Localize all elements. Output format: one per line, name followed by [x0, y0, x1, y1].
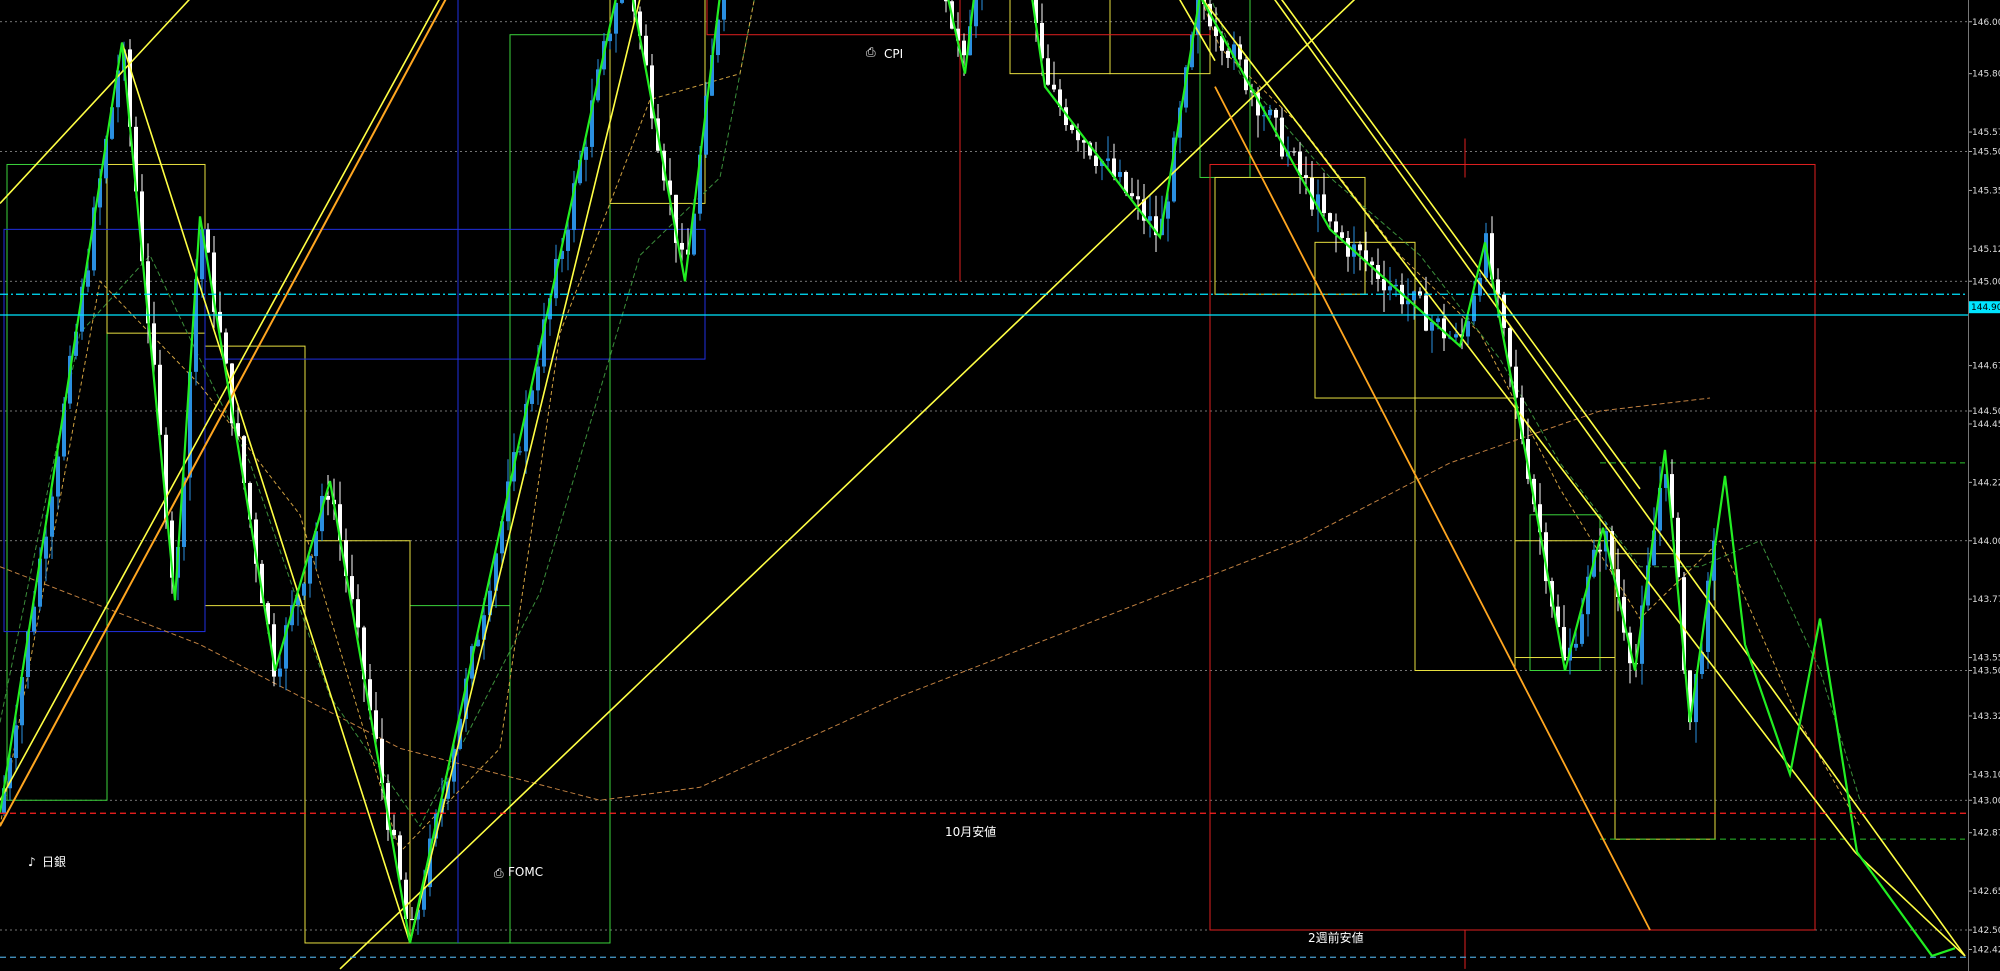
candle-body: [1136, 196, 1140, 200]
cpi-icon: ⎙: [866, 45, 876, 59]
candle-body: [410, 919, 414, 921]
fomc-icon: ⎙: [494, 866, 504, 880]
candle-body: [1502, 294, 1506, 328]
candle-body: [206, 229, 210, 253]
oct-low-label: 10月安値: [945, 824, 996, 839]
candle-body: [1466, 321, 1470, 337]
candle-body: [974, 0, 978, 27]
nichigin-label: 日銀: [42, 855, 66, 869]
candle-body: [1328, 213, 1332, 222]
candle-body: [14, 725, 18, 759]
candle-body: [1268, 109, 1272, 116]
candle-body: [1412, 291, 1416, 301]
candle-body: [1106, 158, 1110, 161]
candle-body: [962, 40, 966, 56]
candle-body: [308, 556, 312, 584]
candle-body: [392, 829, 396, 836]
candle-body: [1442, 318, 1446, 339]
candle-body: [1580, 614, 1584, 644]
nichigin-annotation: ♪ 日銀: [28, 855, 66, 869]
cpi-label: CPI: [884, 47, 903, 61]
two-weeks-low-label: 2週前安値: [1308, 930, 1364, 945]
fomc-label: FOMC: [508, 865, 543, 879]
candle-body: [1382, 278, 1386, 291]
candle-body: [1226, 50, 1230, 58]
candle-body: [536, 366, 540, 391]
candle-body: [1322, 194, 1326, 214]
candle-body: [1598, 549, 1602, 552]
price-axis-panel: [1968, 0, 2000, 971]
candle-body: [1334, 221, 1338, 233]
candle-body: [1148, 216, 1152, 221]
candle-body: [1454, 334, 1458, 338]
candle-body: [620, 0, 624, 3]
candle-body: [584, 146, 588, 160]
candle-body: [518, 451, 522, 453]
nichigin-icon: ♪: [28, 855, 36, 869]
candle-body: [1388, 286, 1392, 291]
candle-body: [1118, 172, 1122, 177]
candle-body: [356, 599, 360, 628]
candle-body: [1274, 109, 1278, 118]
candle-body: [1358, 244, 1362, 251]
candle-body: [1130, 193, 1134, 197]
candle-body: [566, 230, 570, 251]
candle-body: [1094, 155, 1098, 166]
candle-body: [50, 496, 54, 537]
candle-body: [680, 242, 684, 250]
candle-body: [1292, 151, 1296, 153]
candle-body: [1472, 295, 1476, 322]
candle-body: [1046, 58, 1050, 85]
candle-body: [722, 0, 726, 20]
candle-body: [1052, 84, 1056, 90]
fomc-annotation: ⎙ FOMC: [494, 865, 543, 880]
candle-body: [1304, 175, 1308, 179]
candle-body: [44, 536, 48, 559]
candle-body: [1070, 125, 1074, 130]
candle-body: [1340, 232, 1344, 238]
price-chart[interactable]: ⎙ CPI ⎙ FOMC ♪ 日銀 10月安値 2週前安値 148.275148…: [0, 0, 2000, 971]
candle-body: [278, 668, 282, 677]
candle-body: [302, 583, 306, 596]
candle-body: [1280, 117, 1284, 157]
candle-body: [1574, 643, 1578, 648]
candle-body: [1436, 318, 1440, 322]
cpi-annotation: ⎙ CPI: [866, 45, 903, 61]
